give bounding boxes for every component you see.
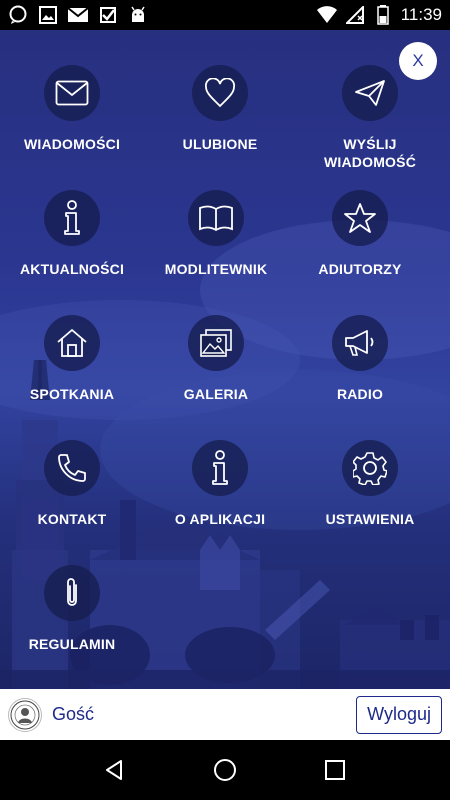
home-icon <box>44 315 100 371</box>
menu-item-label: REGULAMIN <box>28 636 116 652</box>
check-box-icon <box>98 6 118 24</box>
recents-icon[interactable] <box>315 750 355 790</box>
star-icon <box>332 190 388 246</box>
signal-icon <box>345 6 365 24</box>
menu-item-label: WIADOMOŚCI <box>23 136 121 152</box>
clock: 11:39 <box>400 5 442 24</box>
menu-item-label: ULUBIONE <box>182 136 258 152</box>
android-icon <box>128 6 148 24</box>
mail-icon <box>68 6 88 24</box>
menu-item-prayer-book[interactable]: MODLITEWNIK <box>151 190 281 278</box>
status-bar: 11:39 <box>0 0 450 30</box>
battery-icon <box>373 5 393 25</box>
paperclip-icon <box>44 565 100 621</box>
system-indicators: 11:39 <box>316 5 442 25</box>
logout-button[interactable]: Wyloguj <box>356 695 442 734</box>
user-name: Gość <box>52 704 95 724</box>
notification-icons <box>8 5 148 24</box>
menu-item-meetings[interactable]: SPOTKANIA <box>7 315 137 403</box>
chat-bubble-icon <box>8 5 28 24</box>
menu-item-label: SPOTKANIA <box>29 386 115 402</box>
paper-plane-icon <box>342 65 398 121</box>
menu-item-settings[interactable]: USTAWIENIA <box>305 440 435 528</box>
menu-item-contact[interactable]: KONTAKT <box>7 440 137 528</box>
menu-item-label: MODLITEWNIK <box>164 261 268 277</box>
book-icon <box>188 190 244 246</box>
menu-overlay: X WIADOMOŚCI ULUBIONE WYŚLIJ WIADOMOŚĆ A… <box>0 30 450 689</box>
gallery-icon <box>188 315 244 371</box>
avatar <box>8 697 42 732</box>
info-icon <box>192 440 248 496</box>
home-nav-icon[interactable] <box>205 750 245 790</box>
info-icon <box>44 190 100 246</box>
menu-item-label: WYŚLIJ WIADOMOŚĆ <box>323 136 416 170</box>
navigation-bar <box>0 740 450 800</box>
gear-icon <box>342 440 398 496</box>
menu-item-label: O APLIKACJI <box>174 511 266 527</box>
user-bar: Gość Wyloguj <box>0 689 450 740</box>
menu-item-label: GALERIA <box>183 386 249 402</box>
menu-item-news[interactable]: AKTUALNOŚCI <box>7 190 137 278</box>
menu-item-adjutants[interactable]: ADIUTORZY <box>295 190 425 278</box>
menu-item-label: AKTUALNOŚCI <box>19 261 125 277</box>
menu-item-label: ADIUTORZY <box>318 261 402 277</box>
menu-item-label: USTAWIENIA <box>325 511 415 527</box>
menu-item-gallery[interactable]: GALERIA <box>151 315 281 403</box>
heart-icon <box>192 65 248 121</box>
menu-item-radio[interactable]: RADIO <box>295 315 425 403</box>
menu-item-label: RADIO <box>336 386 384 402</box>
phone-icon <box>44 440 100 496</box>
envelope-icon <box>44 65 100 121</box>
menu-item-favorites[interactable]: ULUBIONE <box>155 65 285 153</box>
menu-item-messages[interactable]: WIADOMOŚCI <box>7 65 137 153</box>
menu-item-terms[interactable]: REGULAMIN <box>7 565 137 653</box>
megaphone-icon <box>332 315 388 371</box>
image-icon <box>38 6 58 24</box>
menu-item-send-message[interactable]: WYŚLIJ WIADOMOŚĆ <box>305 65 435 171</box>
menu-item-about-app[interactable]: O APLIKACJI <box>155 440 285 528</box>
menu-item-label: KONTAKT <box>37 511 107 527</box>
wifi-icon <box>316 6 337 24</box>
back-icon[interactable] <box>95 750 135 790</box>
